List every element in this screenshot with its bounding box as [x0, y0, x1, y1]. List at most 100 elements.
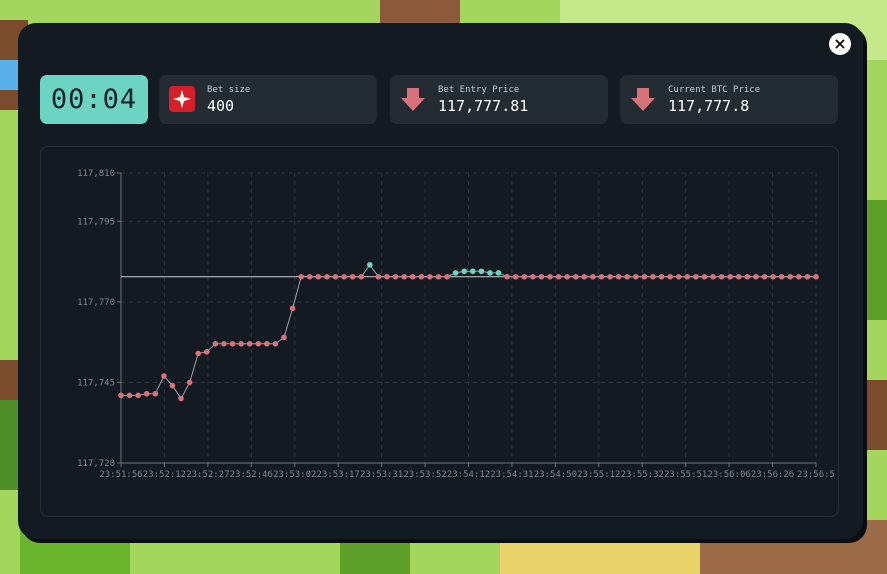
price-point	[435, 273, 442, 280]
price-point	[246, 340, 253, 347]
price-point	[118, 392, 124, 399]
price-point	[581, 273, 588, 280]
price-point	[693, 273, 699, 280]
price-point	[701, 273, 708, 280]
price-point	[169, 382, 176, 389]
price-point	[255, 340, 262, 347]
price-point	[624, 273, 631, 280]
price-point	[538, 273, 545, 280]
x-tick-label: 23:51:56	[99, 470, 142, 480]
x-tick-label: 23:55:12	[577, 470, 620, 480]
arrow-down-icon	[401, 88, 425, 111]
price-point	[512, 273, 519, 280]
price-point	[590, 273, 596, 280]
price-point	[306, 273, 313, 280]
y-tick-label: 117,795	[77, 217, 115, 227]
price-point	[195, 350, 202, 357]
price-point	[427, 273, 433, 280]
price-point	[778, 273, 785, 280]
price-point	[178, 395, 184, 402]
x-tick-label: 23:54:50	[534, 470, 577, 480]
price-point	[813, 273, 819, 280]
price-point	[804, 273, 811, 280]
price-point	[555, 273, 562, 280]
price-point	[409, 273, 416, 280]
entry-price-label: Bet Entry Price	[438, 85, 520, 95]
price-point	[384, 273, 390, 280]
price-point	[418, 273, 425, 280]
price-point	[658, 273, 665, 280]
x-tick-label: 23:55:32	[621, 470, 664, 480]
x-tick-label: 23:53:17	[317, 470, 360, 480]
price-point	[787, 273, 794, 280]
current-price-value: 117,777.8	[668, 97, 750, 115]
y-tick-label: 117,720	[77, 459, 115, 469]
x-tick-label: 23:52:12	[143, 470, 186, 480]
price-point	[461, 268, 468, 275]
bet-size-value: 400	[207, 97, 235, 115]
close-button[interactable]: ×	[829, 33, 851, 55]
price-point	[761, 273, 768, 280]
price-point	[684, 273, 691, 280]
price-point	[675, 273, 682, 280]
price-point	[547, 273, 553, 280]
price-chart: 117,720 117,745 117,770 117,795 117,810 23:51…	[77, 169, 835, 480]
price-point	[650, 273, 656, 280]
price-point	[298, 273, 304, 280]
price-series-line	[121, 263, 816, 400]
price-point	[324, 273, 330, 280]
price-point	[375, 273, 382, 280]
x-tick-label: 23:55:51	[664, 470, 707, 480]
x-tick-label: 23:56:06	[707, 470, 750, 480]
x-tick-label: 23:53:02	[273, 470, 316, 480]
current-price-label: Current BTC Price	[668, 85, 761, 95]
price-point	[135, 392, 141, 399]
price-point	[615, 273, 622, 280]
price-point	[469, 268, 476, 275]
price-point	[315, 273, 322, 280]
price-point	[186, 379, 193, 386]
x-tick-label: 23:52:46	[230, 470, 273, 480]
price-point	[495, 270, 502, 276]
entry-price-value: 117,777.81	[438, 97, 529, 115]
x-tick-label: 23:56:5	[797, 470, 835, 480]
x-tick-label: 23:56:26	[751, 470, 794, 480]
bet-size-label: Bet size	[207, 85, 251, 95]
bet-size-card: Bet size 400	[159, 75, 377, 124]
price-point	[401, 273, 407, 280]
price-point	[349, 273, 356, 280]
price-point	[272, 340, 279, 347]
current-price-card: Current BTC Price 117,777.8	[620, 75, 838, 124]
price-point	[238, 340, 244, 347]
price-point	[607, 273, 613, 280]
price-chart-panel: 117,720 117,745 117,770 117,795 117,810 23:51…	[40, 146, 839, 517]
price-point	[281, 334, 287, 341]
price-point	[478, 268, 485, 275]
price-point	[598, 273, 605, 280]
price-point	[521, 273, 528, 280]
price-point	[753, 273, 759, 280]
price-point	[289, 305, 296, 312]
price-point	[452, 270, 459, 276]
arrow-down-icon	[631, 88, 655, 111]
price-point	[367, 262, 373, 268]
price-point	[487, 270, 493, 276]
price-point	[727, 273, 733, 280]
y-tick-label: 117,770	[77, 298, 115, 308]
price-point	[530, 273, 536, 280]
price-point	[341, 273, 347, 280]
price-point	[744, 273, 751, 280]
price-point	[204, 349, 210, 355]
price-point	[126, 392, 133, 399]
x-tick-label: 23:53:52	[403, 470, 446, 480]
price-point	[718, 273, 725, 280]
price-point	[161, 373, 167, 379]
price-point	[667, 273, 673, 280]
price-point	[152, 390, 159, 397]
price-point	[444, 273, 450, 280]
x-tick-label: 23:54:12	[447, 470, 490, 480]
x-tick-label: 23:53:31	[360, 470, 403, 480]
y-tick-label: 117,745	[77, 378, 115, 388]
price-point	[504, 273, 510, 280]
price-point	[229, 340, 236, 347]
